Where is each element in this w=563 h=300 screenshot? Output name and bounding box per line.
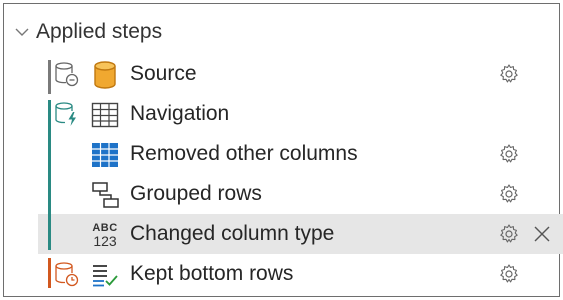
step-label: Removed other columns [130, 142, 358, 165]
query-transform-icon [55, 102, 76, 126]
database-icon [90, 60, 120, 90]
step-group-bar [48, 60, 51, 94]
step-changed-column-type[interactable]: ABC 123 Changed column type [38, 214, 563, 254]
step-group-bar [48, 100, 51, 134]
type-icon-text-top: ABC [92, 221, 118, 234]
step-label: Source [130, 62, 197, 85]
step-grouped-rows[interactable]: Grouped rows [38, 174, 563, 214]
gear-icon[interactable] [498, 223, 520, 245]
group-by-icon [90, 180, 120, 210]
table-icon [90, 100, 120, 130]
step-group-bar [48, 258, 51, 288]
gear-icon[interactable] [498, 183, 520, 205]
query-source-icon [55, 62, 79, 87]
step-group-bar [48, 214, 51, 250]
step-removed-other-columns[interactable]: Removed other columns [38, 134, 563, 174]
step-group-bar [48, 134, 51, 174]
abc-123-type-icon: ABC 123 [90, 220, 120, 250]
step-label: Navigation [130, 102, 230, 125]
step-label: Kept bottom rows [130, 262, 294, 285]
step-source[interactable]: Source [38, 54, 563, 94]
close-icon[interactable] [532, 224, 552, 244]
step-navigation[interactable]: Navigation [38, 94, 563, 134]
type-icon-text-bottom: 123 [93, 232, 117, 249]
query-schedule-icon [55, 262, 79, 287]
step-group-bar [48, 174, 51, 214]
gear-icon[interactable] [498, 143, 520, 165]
keep-bottom-rows-icon [90, 260, 120, 290]
step-label: Changed column type [130, 222, 335, 245]
applied-steps-panel: Applied steps Source Navigation Removed … [3, 3, 563, 297]
applied-steps-header[interactable]: Applied steps [14, 18, 162, 46]
gear-icon[interactable] [498, 263, 520, 285]
step-label: Grouped rows [130, 182, 262, 205]
grid-columns-icon [90, 140, 120, 170]
panel-title: Applied steps [36, 20, 163, 43]
chevron-down-icon [15, 28, 29, 36]
step-kept-bottom-rows[interactable]: Kept bottom rows [38, 254, 563, 294]
gear-icon[interactable] [498, 63, 520, 85]
applied-steps-list: Source Navigation Removed other columns … [38, 54, 563, 294]
